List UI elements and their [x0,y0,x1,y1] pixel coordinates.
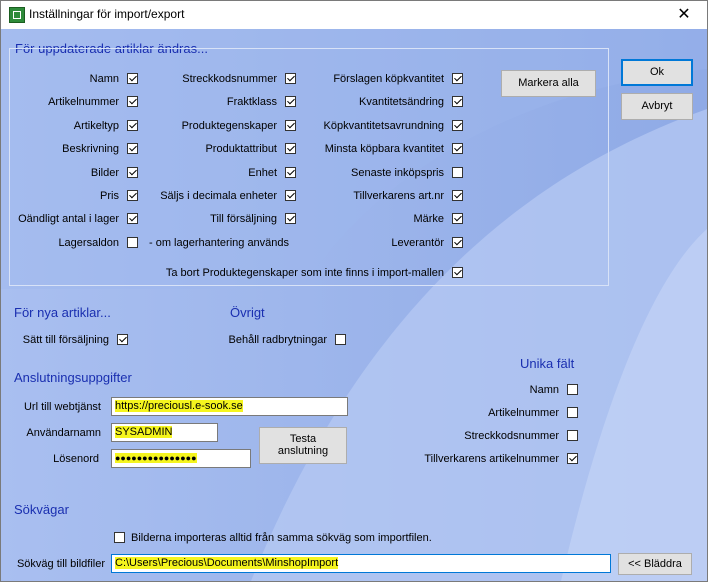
remove-props-label: Ta bort Produktegenskaper som inte finns… [165,267,444,279]
window-title: Inställningar för import/export [29,7,185,21]
username-input[interactable]: SYSADMIN [111,423,218,442]
password-label: Lösenord [53,453,99,465]
senaste-inkopspris-checkbox[interactable] [452,166,463,178]
artikeltyp-label: Artikeltyp [73,119,119,132]
unique-fields-heading: Unika fält [520,356,575,371]
produktegenskaper-label: Produktegenskaper [181,119,277,132]
keep-linebreaks-checkbox[interactable] [335,334,346,345]
ok-button[interactable]: Ok [621,59,693,86]
connection-heading: Anslutningsuppgifter [14,370,132,385]
tillverkarens-art-nr-label: Tillverkarens art.nr [353,190,444,202]
kopkvantitetsavrundning-label: Köpkvantitetsavrundning [323,119,444,132]
same-path-checkbox[interactable] [114,532,125,543]
fraktklass-label: Fraktklass [226,96,277,109]
minsta-kopbara-kvantitet-label: Minsta köpbara kvantitet [324,143,444,156]
tillverkarens-art-nr-checkbox[interactable] [452,190,463,201]
keep-linebreaks-label: Behåll radbrytningar [228,334,327,346]
other-heading: Övrigt [230,305,265,320]
senaste-inkopspris-label: Senaste inköpspris [351,166,444,179]
test-connection-button[interactable]: Testa anslutning [259,427,347,464]
kvantitetsandring-checkbox[interactable] [452,96,463,108]
kvantitetsandring-label: Kvantitetsändring [359,96,444,109]
bilder-label: Bilder [90,166,119,179]
url-value: https://preciousl.e-sook.se [115,400,243,412]
till-forsaljning-label: Till försäljning [210,213,277,226]
minsta-kopbara-kvantitet-checkbox[interactable] [452,143,463,155]
namn-label: Namn [89,73,119,85]
oandligt-antal-i-lager-label: Oändligt antal i lager [18,213,119,226]
produktattribut-label: Produktattribut [205,143,277,156]
remove-props-checkbox[interactable] [452,267,463,278]
dialog-body: För uppdaterade artiklar ändras... Namn A… [1,29,707,581]
url-input[interactable]: https://preciousl.e-sook.se [111,397,348,416]
paths-heading: Sökvägar [14,502,69,517]
leverantor-label: Leverantör [391,236,444,249]
username-label: Användarnamn [26,427,101,439]
test-connection-label-2: anslutning [277,445,329,457]
close-button[interactable]: ✕ [661,1,707,29]
lagersaldon-note: - om lagerhantering används [149,237,290,249]
cancel-button[interactable]: Avbryt [621,93,693,120]
leverantor-checkbox[interactable] [452,236,463,248]
url-label: Url till webtjänst [23,401,101,413]
saljs-i-decimala-enheter-label: Säljs i decimala enheter [160,190,277,202]
unique-streckkodsnummer-checkbox[interactable] [567,430,578,441]
select-all-button[interactable]: Markera alla [501,70,596,97]
set-for-sale-label: Sätt till försäljning [22,334,109,346]
test-connection-label-1: Testa [289,433,317,445]
streckkodsnummer-label: Streckkodsnummer [182,73,277,85]
pris-label: Pris [100,190,119,202]
enhet-label: Enhet [248,166,277,179]
app-icon [9,7,25,23]
username-value: SYSADMIN [115,426,173,438]
unique-tillverkarens-artikelnummer-checkbox[interactable] [567,453,578,464]
unique-streckkodsnummer-label: Streckkodsnummer [464,430,559,442]
image-path-input[interactable]: C:\Users\Precious\Documents\MinshopImpor… [111,554,611,573]
lagersaldon-checkbox[interactable] [127,236,138,248]
same-path-label: Bilderna importeras alltid från samma sö… [131,532,432,544]
forslagen-kopkvantitet-checkbox[interactable] [452,73,463,84]
unique-namn-label: Namn [529,384,559,396]
settings-dialog: Inställningar för import/export ✕ För up… [0,0,708,582]
lagersaldon-label: Lagersaldon [58,236,119,249]
unique-namn-checkbox[interactable] [567,384,578,395]
password-input[interactable]: ●●●●●●●●●●●●●●● [111,449,251,468]
kopkvantitetsavrundning-checkbox[interactable] [452,119,463,131]
image-path-label: Sökväg till bildfiler [16,558,105,570]
marke-label: Märke [413,213,444,226]
unique-artikelnummer-label: Artikelnummer [488,407,559,419]
unique-tillverkarens-artikelnummer-label: Tillverkarens artikelnummer [424,453,559,465]
browse-button[interactable]: << Bläddra [618,553,692,575]
close-icon: ✕ [677,6,691,23]
marke-checkbox[interactable] [452,213,463,225]
forslagen-kopkvantitet-label: Förslagen köpkvantitet [333,73,444,85]
password-value: ●●●●●●●●●●●●●●● [115,453,197,463]
new-articles-heading: För nya artiklar... [14,305,111,320]
set-for-sale-checkbox[interactable] [117,334,128,345]
title-bar: Inställningar för import/export ✕ [1,1,707,29]
image-path-value: C:\Users\Precious\Documents\MinshopImpor… [115,557,339,569]
unique-artikelnummer-checkbox[interactable] [567,407,578,418]
artikelnummer-label: Artikelnummer [48,96,119,109]
beskrivning-label: Beskrivning [62,143,119,156]
